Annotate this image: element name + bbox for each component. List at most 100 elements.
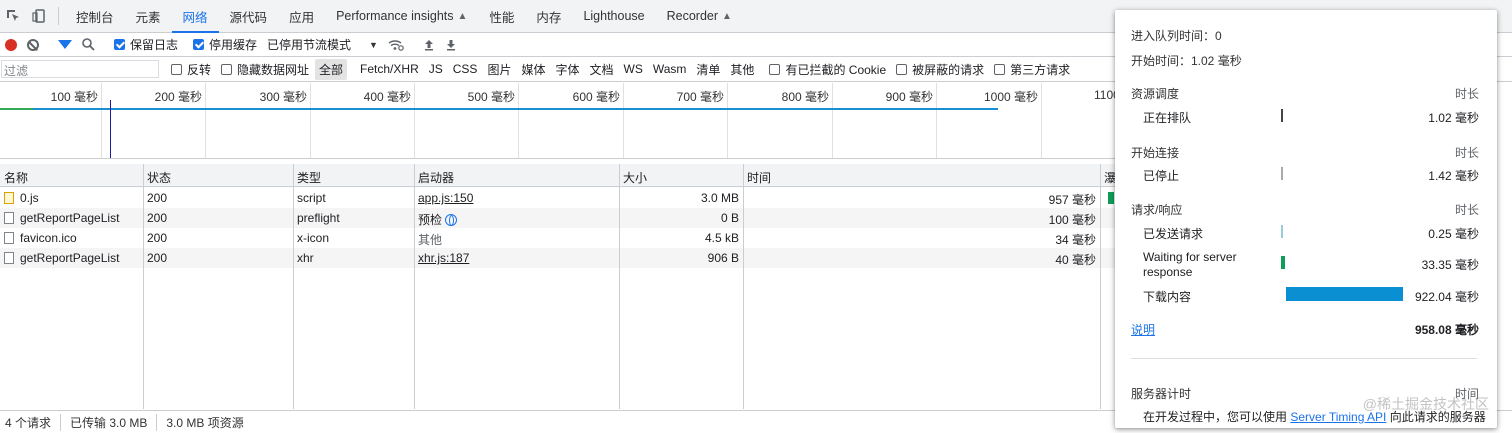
disable-cache-checkbox[interactable]: 停用缓存 bbox=[193, 36, 257, 53]
column-divider[interactable] bbox=[743, 164, 744, 409]
section-title-request-response: 请求/响应 bbox=[1131, 203, 1183, 217]
waterfall-bar[interactable] bbox=[1108, 192, 1114, 204]
blocked-requests-checkbox[interactable]: 被屏蔽的请求 bbox=[896, 61, 984, 78]
column-header-name[interactable]: 名称 bbox=[0, 164, 143, 187]
cell-status: 200 bbox=[147, 231, 168, 245]
column-header-initiator[interactable]: 启动器 bbox=[414, 164, 619, 187]
timing-label-waiting-line2: response bbox=[1143, 265, 1193, 279]
checkbox-icon bbox=[896, 63, 908, 75]
table-row[interactable]: getReportPageList 200 xhr xhr.js:187 906… bbox=[0, 248, 1115, 268]
third-party-checkbox[interactable]: 第三方请求 bbox=[994, 61, 1070, 78]
device-toolbar-icon[interactable] bbox=[26, 0, 52, 32]
initiator-link[interactable]: xhr.js:187 bbox=[418, 251, 469, 265]
clear-icon bbox=[27, 38, 39, 51]
initiator-text: 预检 bbox=[418, 213, 443, 227]
transferred-size: 已传输 3.0 MB bbox=[61, 413, 158, 431]
popover-divider bbox=[1131, 358, 1477, 359]
column-divider[interactable] bbox=[143, 164, 144, 409]
third-party-label: 第三方请求 bbox=[1010, 62, 1071, 77]
column-divider[interactable] bbox=[1100, 164, 1101, 409]
dropdown-arrow-icon: ▼ bbox=[369, 39, 378, 50]
cell-size: 3.0 MB bbox=[700, 191, 739, 205]
record-icon bbox=[5, 38, 17, 51]
column-divider[interactable] bbox=[293, 164, 294, 409]
overview-gridline bbox=[518, 83, 519, 158]
timing-total: 958.08 毫秒 bbox=[1414, 323, 1479, 337]
column-divider[interactable] bbox=[414, 164, 415, 409]
cell-time: 957 毫秒 bbox=[1048, 193, 1096, 207]
tab-memory[interactable]: 内存 bbox=[525, 0, 572, 32]
record-button[interactable] bbox=[5, 38, 17, 51]
experiment-flask-icon: ▲ bbox=[722, 10, 732, 22]
overview-timeline[interactable]: 100 毫秒 200 毫秒 300 毫秒 400 毫秒 500 毫秒 600 毫… bbox=[0, 83, 1115, 159]
blocked-cookies-checkbox[interactable]: 有已拦截的 Cookie bbox=[769, 61, 886, 78]
inspect-element-icon[interactable] bbox=[0, 0, 26, 32]
initiator-link[interactable]: app.js:150 bbox=[418, 191, 473, 205]
tab-recorder[interactable]: Recorder ▲ bbox=[656, 0, 743, 32]
column-divider[interactable] bbox=[619, 164, 620, 409]
overview-tick-label: 600 毫秒 bbox=[572, 90, 620, 104]
tab-label: Lighthouse bbox=[583, 9, 645, 23]
cell-name: getReportPageList bbox=[0, 248, 143, 268]
column-header-time[interactable]: 时间 bbox=[743, 164, 1100, 187]
cell-type: script bbox=[297, 191, 326, 205]
cell-initiator: app.js:150 bbox=[414, 188, 619, 208]
request-name: 0.js bbox=[20, 191, 39, 205]
table-row[interactable]: 0.js 200 script app.js:150 3.0 MB 957 毫秒 bbox=[0, 188, 1115, 208]
timing-label-content-download: 下载内容 bbox=[1143, 290, 1192, 304]
type-filter-js[interactable]: JS bbox=[425, 60, 447, 78]
network-conditions-button[interactable] bbox=[388, 39, 404, 51]
tab-application[interactable]: 应用 bbox=[278, 0, 325, 32]
type-filter-manifest[interactable]: 清单 bbox=[692, 59, 724, 80]
type-filter-doc[interactable]: 文档 bbox=[585, 59, 617, 80]
column-header-size[interactable]: 大小 bbox=[619, 164, 743, 187]
hide-data-urls-checkbox[interactable]: 隐藏数据网址 bbox=[221, 61, 309, 78]
document-file-icon bbox=[4, 232, 14, 244]
invert-label: 反转 bbox=[187, 62, 212, 77]
filter-toggle-button[interactable] bbox=[58, 40, 72, 49]
tab-performance-insights[interactable]: Performance insights ▲ bbox=[325, 0, 478, 32]
cell-initiator: 其他 bbox=[418, 233, 443, 247]
preflight-globe-icon[interactable] bbox=[445, 214, 458, 226]
type-filter-css[interactable]: CSS bbox=[449, 60, 482, 78]
invert-checkbox[interactable]: 反转 bbox=[171, 61, 211, 78]
filter-icon bbox=[58, 40, 72, 49]
cell-initiator: xhr.js:187 bbox=[414, 248, 619, 268]
type-filter-font[interactable]: 字体 bbox=[551, 59, 583, 80]
type-filter-media[interactable]: 媒体 bbox=[517, 59, 549, 80]
tab-lighthouse[interactable]: Lighthouse bbox=[572, 0, 655, 32]
column-header-type[interactable]: 类型 bbox=[293, 164, 414, 187]
timing-value-stalled: 1.42 毫秒 bbox=[1428, 169, 1479, 183]
type-filter-fetch-xhr[interactable]: Fetch/XHR bbox=[356, 60, 423, 78]
tab-label: 控制台 bbox=[76, 10, 114, 25]
type-filter-wasm[interactable]: Wasm bbox=[649, 60, 691, 78]
tab-sources[interactable]: 源代码 bbox=[219, 0, 279, 32]
timing-bar-content-download bbox=[1286, 287, 1403, 301]
clear-button[interactable] bbox=[27, 38, 39, 51]
export-har-button[interactable] bbox=[445, 39, 457, 51]
timing-bar-waiting bbox=[1281, 256, 1285, 269]
type-filter-other[interactable]: 其他 bbox=[726, 59, 758, 80]
tab-network[interactable]: 网络 bbox=[171, 0, 219, 33]
tab-elements[interactable]: 元素 bbox=[125, 0, 172, 32]
tab-console[interactable]: 控制台 bbox=[65, 0, 125, 32]
type-filter-img[interactable]: 图片 bbox=[483, 59, 515, 80]
tab-performance[interactable]: 性能 bbox=[478, 0, 525, 32]
type-filter-ws[interactable]: WS bbox=[620, 60, 647, 78]
timing-value-content-download: 922.04 毫秒 bbox=[1414, 290, 1479, 304]
search-button[interactable] bbox=[82, 38, 95, 51]
table-row[interactable]: favicon.ico 200 x-icon 其他 4.5 kB 34 毫秒 bbox=[0, 228, 1115, 248]
preserve-log-checkbox[interactable]: 保留日志 bbox=[114, 36, 178, 53]
import-har-button[interactable] bbox=[423, 39, 435, 51]
throttle-select[interactable]: 已停用节流模式 ▼ bbox=[267, 36, 378, 53]
overview-tick-label: 800 毫秒 bbox=[781, 90, 829, 104]
explanation-link[interactable]: 说明 bbox=[1131, 321, 1155, 338]
type-filter-all[interactable]: 全部 bbox=[315, 58, 348, 80]
column-header-status[interactable]: 状态 bbox=[143, 164, 293, 187]
filter-input[interactable]: 过滤 bbox=[1, 60, 159, 78]
checkbox-checked-icon bbox=[193, 39, 205, 50]
timing-value-waiting: 33.35 毫秒 bbox=[1421, 258, 1479, 272]
document-file-icon bbox=[4, 252, 14, 264]
table-row[interactable]: getReportPageList 200 preflight 预检 0 B 1… bbox=[0, 208, 1115, 228]
column-header-waterfall[interactable]: 瀑 bbox=[1100, 164, 1115, 187]
